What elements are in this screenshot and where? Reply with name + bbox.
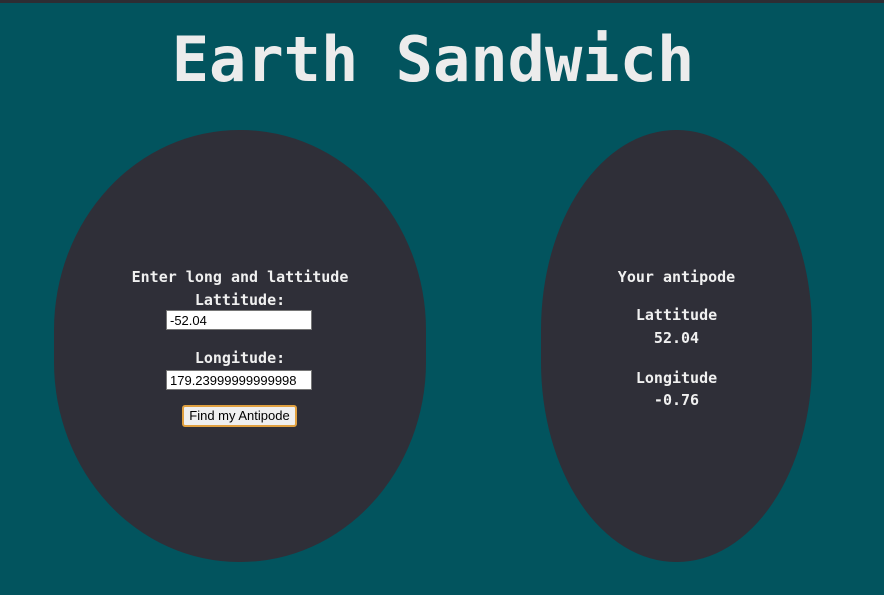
latitude-input[interactable] bbox=[166, 310, 312, 330]
window-top-strip bbox=[0, 0, 884, 3]
result-panel: Your antipode Lattitude 52.04 Longitude … bbox=[541, 130, 812, 562]
antipode-longitude-value: -0.76 bbox=[653, 391, 700, 409]
antipode-latitude-value: 52.04 bbox=[653, 329, 700, 347]
antipode-longitude-label: Longitude bbox=[635, 369, 718, 387]
form-heading: Enter long and lattitude bbox=[131, 268, 349, 286]
antipode-latitude-label: Lattitude bbox=[635, 306, 718, 324]
input-panel: Enter long and lattitude Lattitude: Long… bbox=[54, 130, 426, 562]
longitude-input[interactable] bbox=[166, 370, 312, 390]
latitude-label: Lattitude: bbox=[194, 291, 286, 309]
result-heading: Your antipode bbox=[617, 268, 736, 286]
longitude-label: Longitude: bbox=[194, 349, 286, 367]
page-title: Earth Sandwich bbox=[171, 23, 695, 96]
find-antipode-button[interactable]: Find my Antipode bbox=[182, 405, 297, 427]
